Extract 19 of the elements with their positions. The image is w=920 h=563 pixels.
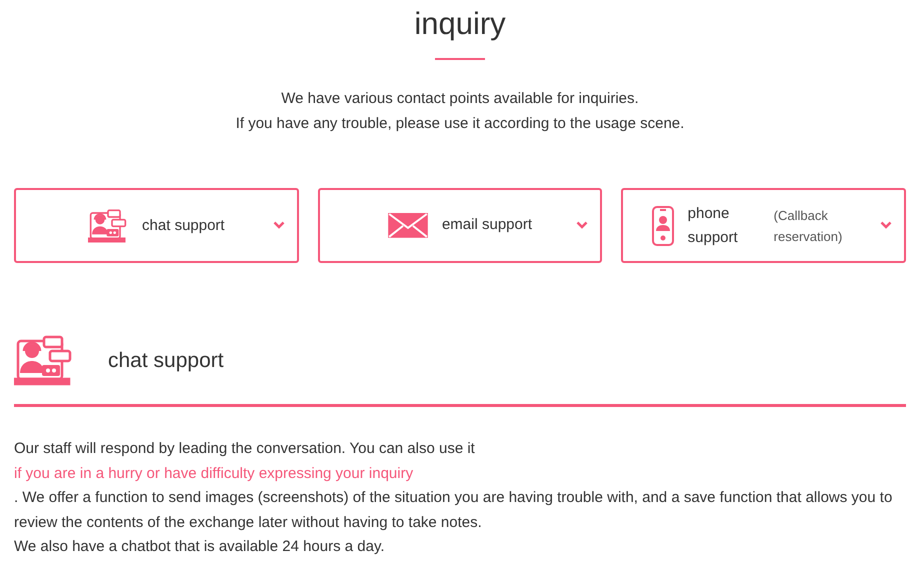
page-title: inquiry xyxy=(414,5,506,43)
body-text: . We offer a function to send images (screenshots) of the situation you are having trouble with, and a save function that allows you to review the contents of the exchange later without having to take notes. xyxy=(14,488,894,532)
support-option-button[interactable]: email support xyxy=(318,188,602,263)
support-option-button[interactable]: chat support xyxy=(14,188,299,263)
operator-chat-icon xyxy=(88,208,128,242)
section-heading: chat support xyxy=(108,348,224,374)
operator-chat-icon xyxy=(14,335,74,386)
envelope-icon xyxy=(388,213,428,238)
body-text: Our staff will respond by leading the conversation. You can also use it xyxy=(14,439,476,459)
support-option-button[interactable]: phone support (Callback reservation) xyxy=(621,188,906,263)
highlight-text: if you are in a hurry or have difficulty expressing your inquiry xyxy=(14,464,414,484)
chevron-down-icon xyxy=(880,221,892,229)
intro-text: We have various contact points available for inquiries. xyxy=(281,89,639,109)
body-text: We also have a chatbot that is available 24 hours a day. xyxy=(14,537,386,557)
chevron-down-icon xyxy=(272,221,285,229)
chevron-down-icon xyxy=(576,221,588,229)
smartphone-operator-icon xyxy=(652,206,674,246)
option-note: (Callback reservation) xyxy=(774,206,844,246)
intro-text: If you have any trouble, please use it according to the usage scene. xyxy=(236,114,684,134)
